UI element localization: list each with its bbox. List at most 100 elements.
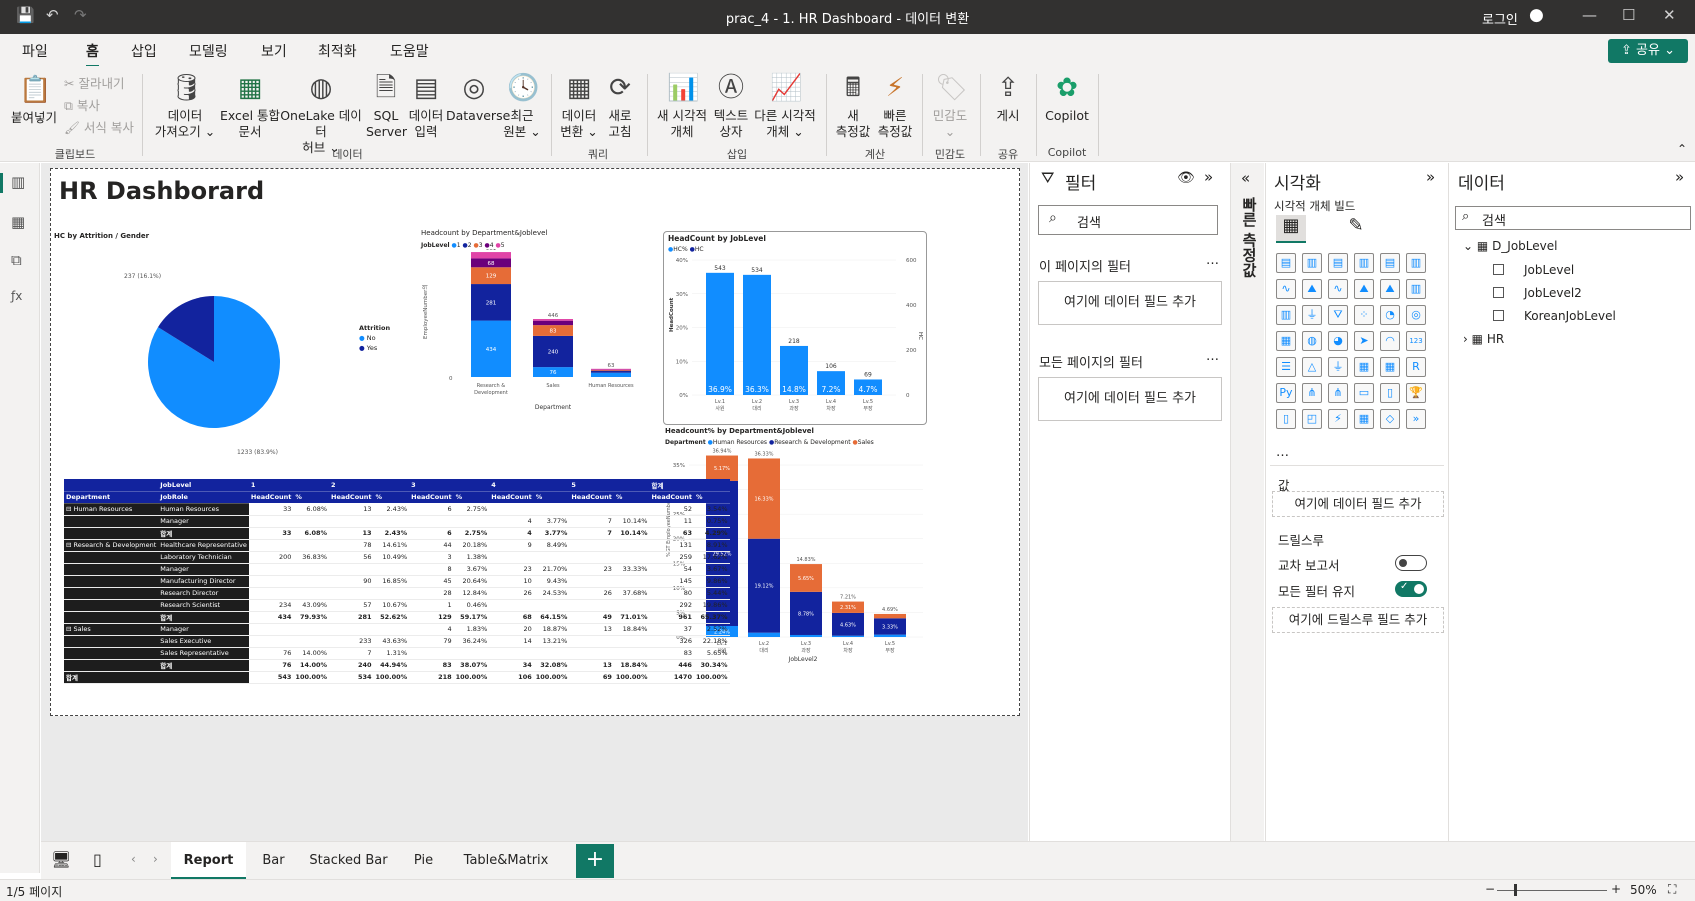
azure-map-visual-icon[interactable]: ➤ xyxy=(1354,331,1374,351)
zoom-out-icon[interactable]: − xyxy=(1485,882,1495,896)
clustered-bar-visual-icon[interactable]: ▤ xyxy=(1328,253,1348,273)
format-painter-button[interactable]: 🖌 서식 복사 xyxy=(64,117,134,136)
power-apps-visual-icon[interactable]: ◰ xyxy=(1302,409,1322,429)
clustered-column-visual-icon[interactable]: ▥ xyxy=(1354,253,1374,273)
table-view-icon[interactable]: ▦ xyxy=(11,213,25,231)
new-visual-button[interactable]: 📊 새 시각적 개체 xyxy=(652,72,712,140)
menu-modeling[interactable]: 모델링 xyxy=(189,41,228,61)
this-page-drop-zone[interactable]: 여기에 데이터 필드 추가 xyxy=(1038,281,1222,325)
100-column-visual-icon[interactable]: ▥ xyxy=(1406,253,1426,273)
matrix-visual-icon[interactable]: ▦ xyxy=(1380,357,1400,377)
mobile-layout-icon[interactable]: ▯ xyxy=(93,850,102,869)
menu-home[interactable]: 홈 xyxy=(86,41,99,68)
100-bar-visual-icon[interactable]: ▤ xyxy=(1380,253,1400,273)
values-drop-zone[interactable]: 여기에 데이터 필드 추가 xyxy=(1272,491,1444,517)
paste-button[interactable]: 📋 붙여넣기 xyxy=(8,74,60,126)
line-column-visual-icon[interactable]: ⛰ xyxy=(1354,279,1374,299)
funnel-visual-icon[interactable]: ⛛ xyxy=(1328,305,1348,325)
all-pages-drop-zone[interactable]: 여기에 데이터 필드 추가 xyxy=(1038,377,1222,421)
line-visual-icon[interactable]: ∿ xyxy=(1276,279,1296,299)
chevron-right-icon[interactable]: › xyxy=(1463,332,1468,346)
fit-page-icon[interactable]: ⛶ xyxy=(1668,882,1676,897)
add-page-button[interactable]: + xyxy=(576,844,614,878)
metrics-visual-icon[interactable]: 🏆 xyxy=(1406,383,1426,403)
data-search-input[interactable]: ⌕ 검색 xyxy=(1455,206,1691,230)
copilot-button[interactable]: ✿ Copilot xyxy=(1042,72,1092,124)
sensitivity-button[interactable]: 🏷 민감도 ⌄ xyxy=(928,72,972,140)
pie-visual-icon[interactable]: ◔ xyxy=(1380,305,1400,325)
textbox-button[interactable]: Ⓐ 텍스트 상자 xyxy=(710,72,752,140)
pie-chart-visual[interactable]: HC by Attrition / Gender 1233 (83.9%) 237… xyxy=(54,232,404,472)
filled-map-visual-icon[interactable]: ◕ xyxy=(1328,331,1348,351)
share-button[interactable]: ⇪ 공유 ⌄ xyxy=(1608,39,1688,63)
drillthrough-drop-zone[interactable]: 여기에 드릴스루 필드 추가 xyxy=(1272,607,1444,633)
refresh-button[interactable]: ⟳ 새로 고침 xyxy=(602,72,638,140)
map-visual-icon[interactable]: ◍ xyxy=(1302,331,1322,351)
stacked-area-visual-icon[interactable]: ∿ xyxy=(1328,279,1348,299)
collapse-filter-icon[interactable]: » xyxy=(1204,168,1213,186)
copy-button[interactable]: ⧉ 복사 xyxy=(64,95,100,114)
table-hr[interactable]: › ▦ HR xyxy=(1463,332,1504,346)
field-checkbox[interactable] xyxy=(1493,287,1504,298)
stacked-bar-visual[interactable]: Headcount by Department&Joblevel JobLeve… xyxy=(421,229,666,419)
paginated-visual-icon[interactable]: ▯ xyxy=(1276,409,1296,429)
tab-stacked-bar[interactable]: Stacked Bar xyxy=(301,842,396,880)
area-visual-icon[interactable]: ⛰ xyxy=(1302,279,1322,299)
scatter-visual-icon[interactable]: ⁘ xyxy=(1354,305,1374,325)
recent-sources-button[interactable]: 🕓 최근 원본 ⌄ xyxy=(500,72,544,140)
table-d-joblevel[interactable]: ⌄ ▦ D_JobLevel xyxy=(1463,239,1557,253)
chevron-down-icon[interactable]: ⌄ xyxy=(1463,239,1473,253)
format-visual-tab-icon[interactable]: ✎ xyxy=(1341,215,1371,243)
more-visuals-button[interactable]: 📈 다른 시각적 개체 ⌄ xyxy=(752,72,818,140)
account-icon[interactable]: ● xyxy=(1529,5,1544,25)
report-view-icon[interactable]: ▥ xyxy=(11,173,25,191)
new-measure-button[interactable]: 🖩 새 측정값 xyxy=(832,72,874,140)
cross-report-toggle[interactable] xyxy=(1395,555,1427,571)
gauge-visual-icon[interactable]: ◠ xyxy=(1380,331,1400,351)
expand-icon[interactable]: « xyxy=(1241,169,1250,187)
slicer-visual-icon[interactable]: ⏚ xyxy=(1328,357,1348,377)
menu-help[interactable]: 도움말 xyxy=(390,41,429,61)
model-view-icon[interactable]: ⧉ xyxy=(11,251,22,269)
collapse-data-icon[interactable]: » xyxy=(1675,168,1684,186)
transform-data-button[interactable]: ▦ 데이터 변환 ⌄ xyxy=(556,72,602,140)
menu-insert[interactable]: 삽입 xyxy=(131,41,157,61)
waterfall-visual-icon[interactable]: ▥ xyxy=(1406,279,1426,299)
headcount-by-joblevel-visual[interactable]: HeadCount by JobLevel ●HC% ●HC 0% 10% 20% 3… xyxy=(663,231,927,425)
power-bi-chevron-visual-icon[interactable]: » xyxy=(1406,409,1426,429)
build-visual-tab-icon[interactable]: ▦ xyxy=(1276,215,1306,243)
get-data-button[interactable]: 🛢 데이터 가져오기 ⌄ xyxy=(150,72,220,140)
excel-button[interactable]: ▦ Excel 통합 문서 xyxy=(218,72,282,140)
desktop-layout-icon[interactable]: 🖥 xyxy=(51,850,71,869)
filter-search-input[interactable]: ⌕ 검색 xyxy=(1038,205,1218,235)
combo-visual-icon[interactable]: ▥ xyxy=(1276,305,1296,325)
treemap-visual-icon[interactable]: ▦ xyxy=(1276,331,1296,351)
multi-card-visual-icon[interactable]: ☰ xyxy=(1276,357,1296,377)
quick-measure-strip[interactable]: « 빠른 측정값 xyxy=(1230,163,1264,841)
dax-view-icon[interactable]: ƒx xyxy=(11,289,22,303)
more-visuals[interactable]: … xyxy=(1276,445,1289,460)
ribbon-visual-icon[interactable]: ⛰ xyxy=(1380,279,1400,299)
cut-button[interactable]: ✂ 잘라내기 xyxy=(64,73,124,92)
menu-file[interactable]: 파일 xyxy=(22,41,48,61)
stacked-bar-visual-icon[interactable]: ▤ xyxy=(1276,253,1296,273)
table-visual-icon[interactable]: ▦ xyxy=(1354,357,1374,377)
enter-data-button[interactable]: ▤ 데이터 입력 xyxy=(404,72,448,140)
r-visual-visual-icon[interactable]: R xyxy=(1406,357,1426,377)
zoom-in-icon[interactable]: + xyxy=(1611,882,1621,896)
next-page-icon[interactable]: › xyxy=(153,852,158,866)
publish-button[interactable]: ⇪ 게시 xyxy=(986,72,1030,124)
sql-server-button[interactable]: 🗎 SQL Server xyxy=(366,72,407,140)
eye-icon[interactable]: 👁 xyxy=(1177,170,1195,186)
key-influencers-visual-icon[interactable]: ⋔ xyxy=(1302,383,1322,403)
python-visual-visual-icon[interactable]: Py xyxy=(1276,383,1296,403)
more-options-icon[interactable]: … xyxy=(1206,349,1219,364)
menu-optimize[interactable]: 최적화 xyxy=(318,41,357,61)
field-checkbox[interactable] xyxy=(1493,264,1504,275)
kpi-visual-icon[interactable]: △ xyxy=(1302,357,1322,377)
more-options-icon[interactable]: … xyxy=(1206,253,1219,268)
line-clustered-visual-icon[interactable]: ⏚ xyxy=(1302,305,1322,325)
field-koreanjoblevel[interactable]: KoreanJobLevel xyxy=(1493,309,1616,323)
tab-bar[interactable]: Bar xyxy=(246,842,301,880)
decomposition-tree-visual-icon[interactable]: ⋔ xyxy=(1328,383,1348,403)
